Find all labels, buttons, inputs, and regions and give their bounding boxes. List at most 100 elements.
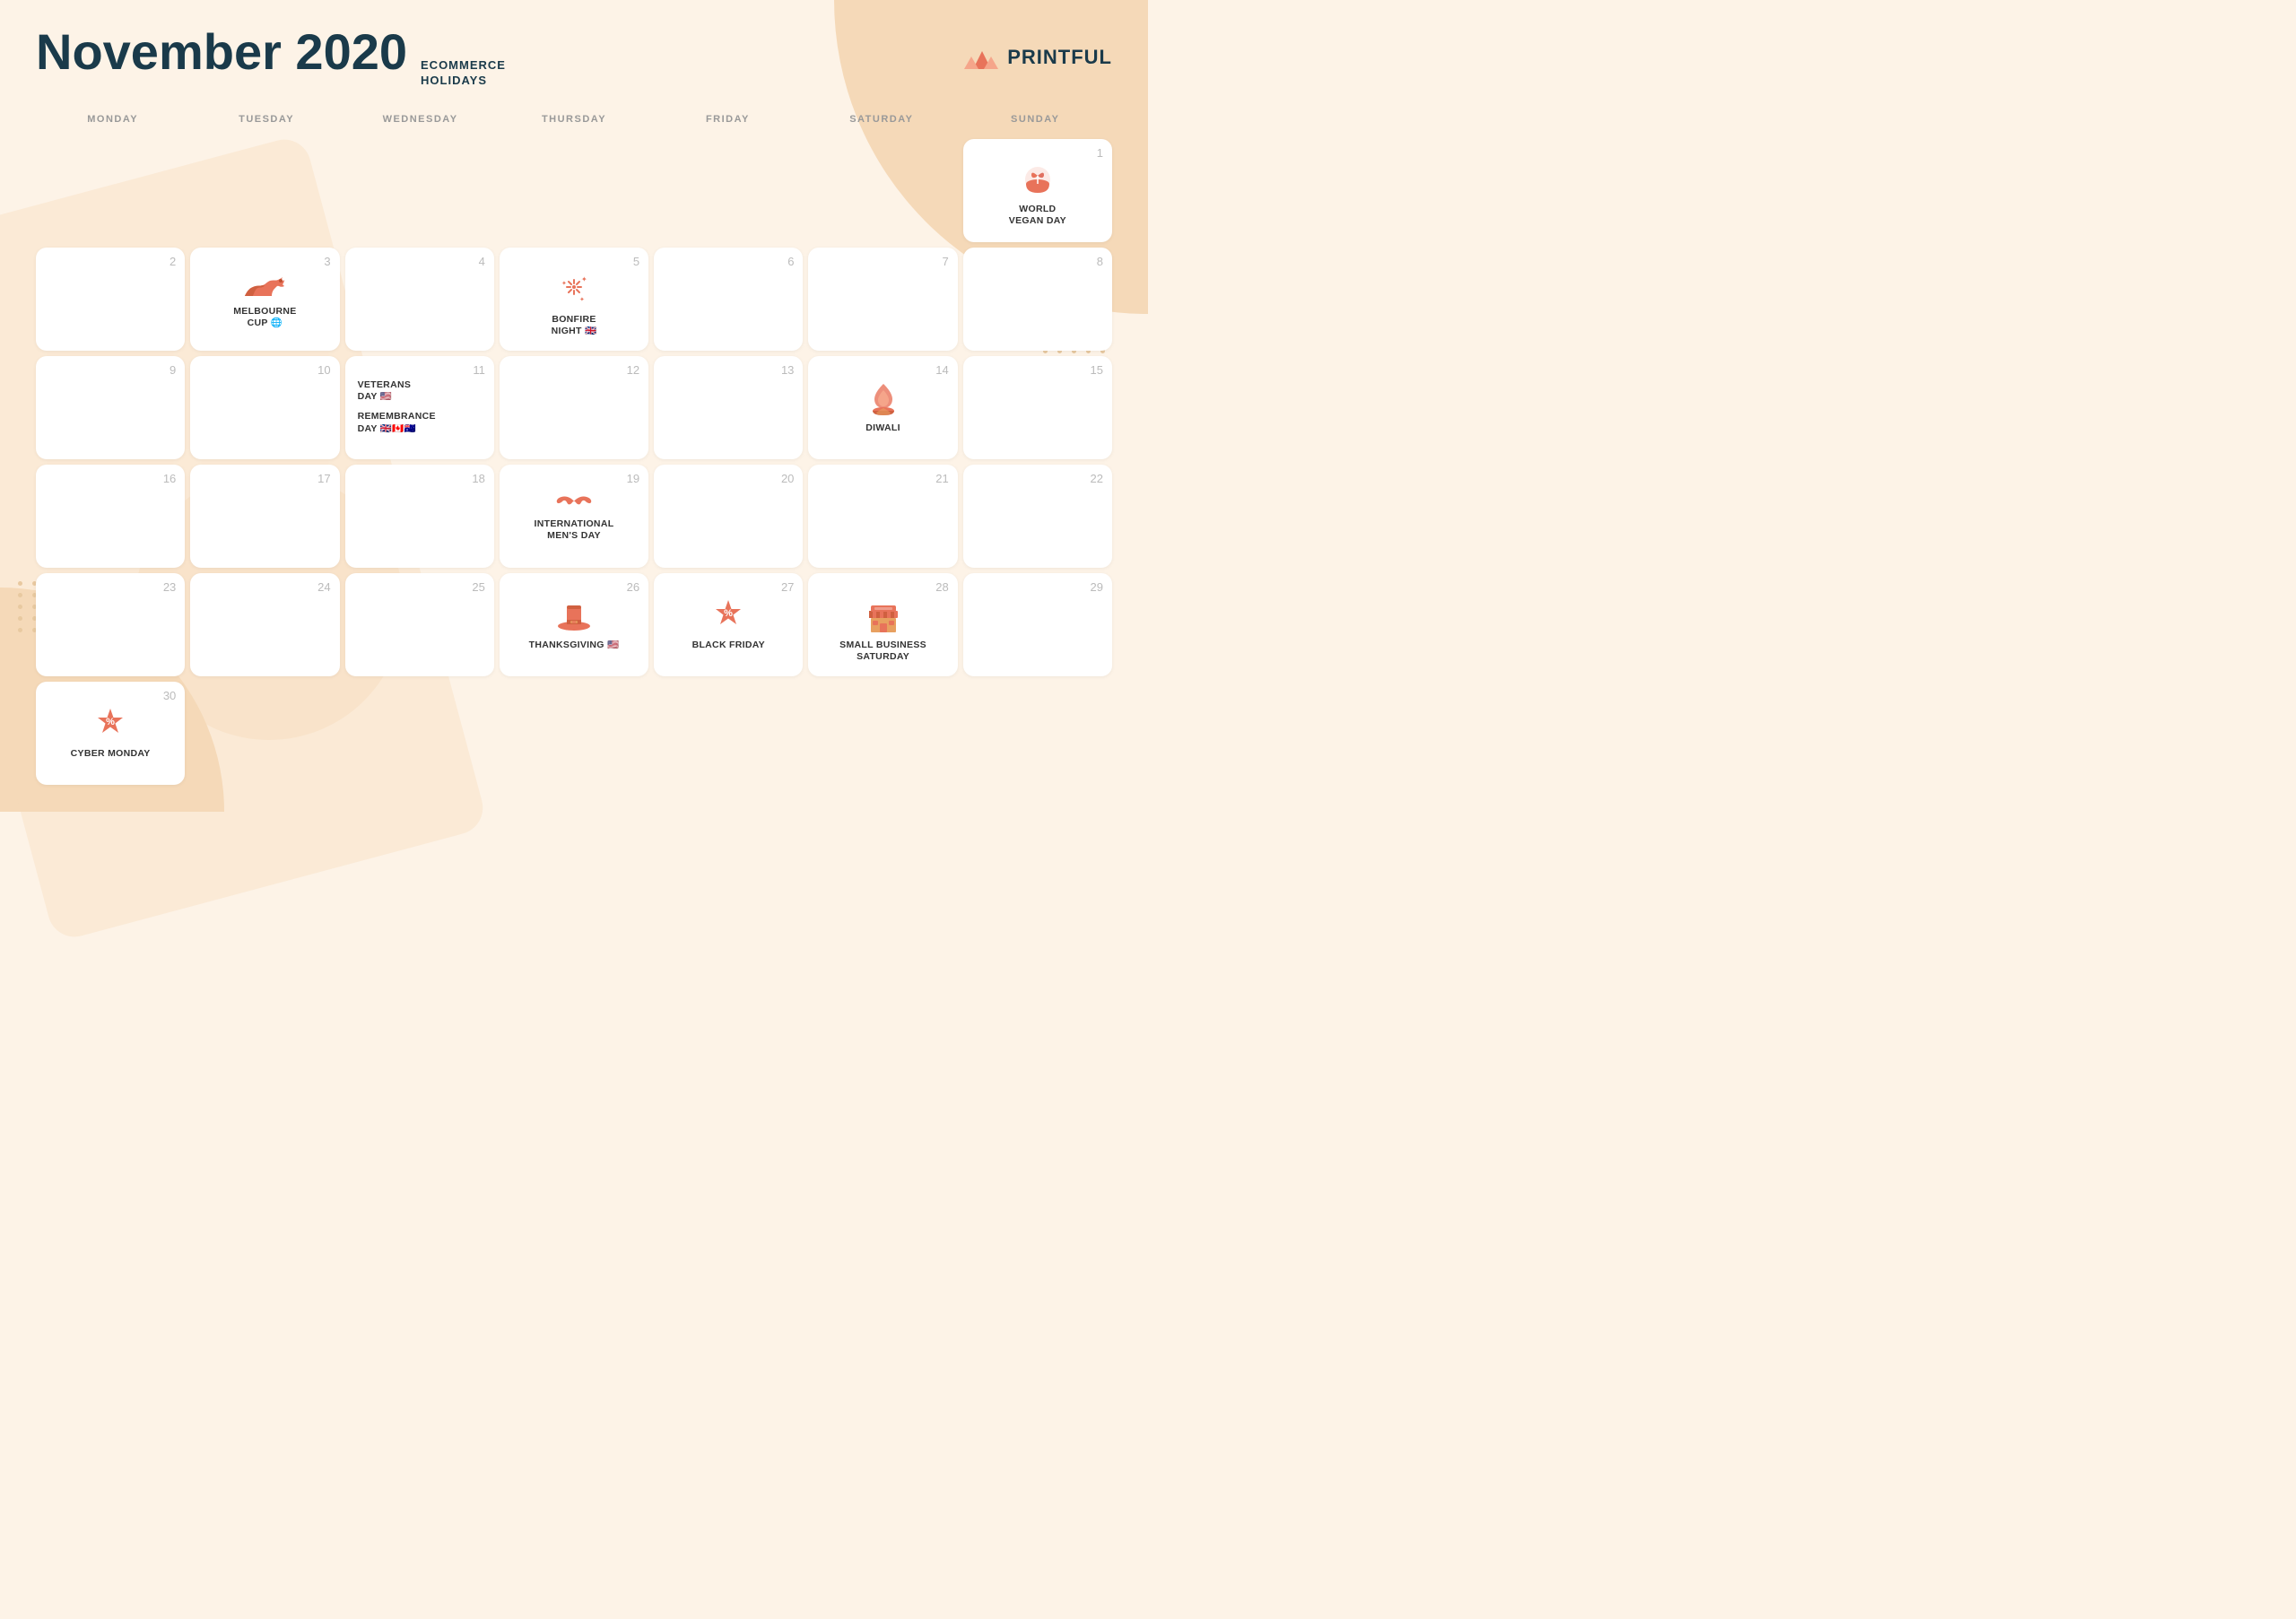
event-cyber-monday: % CYBER MONDAY — [43, 705, 178, 761]
date-number: 12 — [627, 363, 639, 377]
page-title: November 2020 — [36, 27, 407, 77]
date-number: 17 — [317, 472, 330, 485]
empty-cell — [808, 682, 957, 785]
calendar-day-13: 13 — [654, 356, 803, 459]
day-sunday: SUNDAY — [959, 107, 1112, 132]
date-number: 29 — [1091, 580, 1103, 594]
date-number: 1 — [1097, 146, 1103, 160]
calendar-day-22: 22 — [963, 465, 1112, 568]
date-number: 3 — [324, 255, 330, 268]
mustache-icon — [552, 488, 596, 515]
calendar-day-10: 10 — [190, 356, 339, 459]
date-number: 27 — [781, 580, 794, 594]
empty-cell — [190, 682, 339, 785]
calendar-day-2: 2 — [36, 248, 185, 351]
event-thanksgiving: THANKSGIVING 🇺🇸 — [507, 596, 641, 652]
printful-logo-icon — [964, 42, 1000, 74]
calendar-day-23: 23 — [36, 573, 185, 676]
date-number: 18 — [472, 472, 484, 485]
event-name: BLACK FRIDAY — [692, 640, 765, 652]
svg-text:%: % — [106, 717, 115, 727]
empty-cell — [654, 682, 803, 785]
day-thursday: THURSDAY — [497, 107, 650, 132]
event-bonfire-night: ✦ ✦ ✦ BONFIRENIGHT 🇬🇧 — [507, 271, 641, 338]
calendar: MONDAY TUESDAY WEDNESDAY THURSDAY FRIDAY… — [36, 107, 1112, 785]
calendar-day-12: 12 — [500, 356, 648, 459]
day-saturday: SATURDAY — [804, 107, 958, 132]
event-name: INTERNATIONALMEN'S DAY — [535, 518, 614, 543]
empty-cell — [963, 682, 1112, 785]
date-number: 20 — [781, 472, 794, 485]
event-melbourne-cup: MELBOURNECUP 🌐 — [197, 271, 332, 330]
pilgrim-hat-icon — [554, 596, 594, 636]
date-number: 13 — [781, 363, 794, 377]
event-name: THANKSGIVING 🇺🇸 — [529, 640, 620, 652]
date-number: 26 — [627, 580, 639, 594]
logo-text: PRINTFUL — [1007, 46, 1112, 69]
brand-logo: PRINTFUL — [964, 42, 1112, 74]
date-number: 21 — [935, 472, 948, 485]
percent-badge-icon: % — [709, 596, 748, 636]
calendar-day-15: 15 — [963, 356, 1112, 459]
calendar-day-17: 17 — [190, 465, 339, 568]
event-name: MELBOURNECUP 🌐 — [233, 306, 296, 330]
day-friday: FRIDAY — [651, 107, 804, 132]
event-name: CYBER MONDAY — [71, 748, 151, 761]
svg-text:✦: ✦ — [561, 280, 567, 287]
vegan-icon — [1019, 162, 1057, 200]
date-number: 14 — [935, 363, 948, 377]
event-name: DIWALI — [865, 422, 900, 435]
empty-cell — [500, 139, 648, 242]
calendar-day-19: 19 INTERNATIONALMEN'S DAY — [500, 465, 648, 568]
horse-icon — [240, 271, 290, 302]
calendar-day-3: 3 MELBOURNECUP 🌐 — [190, 248, 339, 351]
header-subtitle: ECOMMERCE HOLIDAYS — [421, 58, 506, 89]
calendar-grid: 1 WORLDVEGAN DAY — [36, 139, 1112, 785]
calendar-day-28: 28 — [808, 573, 957, 676]
calendar-day-29: 29 — [963, 573, 1112, 676]
fireworks-icon: ✦ ✦ ✦ — [554, 271, 594, 310]
calendar-day-21: 21 — [808, 465, 957, 568]
date-number: 19 — [627, 472, 639, 485]
calendar-day-5: 5 ✦ — [500, 248, 648, 351]
event-name: WORLDVEGAN DAY — [1009, 204, 1066, 228]
calendar-day-25: 25 — [345, 573, 494, 676]
date-number: 4 — [479, 255, 485, 268]
calendar-day-20: 20 — [654, 465, 803, 568]
event-veterans-remembrance: VETERANSDAY 🇺🇸 REMEMBRANCEDAY 🇬🇧🇨🇦🇦🇺 — [354, 379, 485, 436]
calendar-day-16: 16 — [36, 465, 185, 568]
empty-cell — [345, 682, 494, 785]
event-mens-day: INTERNATIONALMEN'S DAY — [507, 488, 641, 543]
empty-cell — [190, 139, 339, 242]
event-world-vegan-day: WORLDVEGAN DAY — [970, 162, 1105, 228]
empty-cell — [345, 139, 494, 242]
shop-icon — [864, 596, 903, 636]
date-number: 28 — [935, 580, 948, 594]
date-number: 15 — [1091, 363, 1103, 377]
page-header: November 2020 ECOMMERCE HOLIDAYS PRINTFU… — [36, 27, 1112, 89]
date-number: 11 — [473, 363, 485, 377]
date-number: 7 — [942, 255, 948, 268]
empty-cell — [654, 139, 803, 242]
date-number: 6 — [787, 255, 794, 268]
date-number: 8 — [1097, 255, 1103, 268]
day-headers: MONDAY TUESDAY WEDNESDAY THURSDAY FRIDAY… — [36, 107, 1112, 132]
date-number: 16 — [163, 472, 176, 485]
date-number: 25 — [472, 580, 484, 594]
calendar-day-9: 9 — [36, 356, 185, 459]
date-number: 10 — [317, 363, 330, 377]
calendar-day-18: 18 — [345, 465, 494, 568]
calendar-day-4: 4 — [345, 248, 494, 351]
calendar-day-7: 7 — [808, 248, 957, 351]
event-diwali: DIWALI — [815, 379, 950, 435]
calendar-day-14: 14 DIWALI — [808, 356, 957, 459]
day-monday: MONDAY — [36, 107, 189, 132]
svg-text:%: % — [724, 608, 733, 619]
date-number: 9 — [170, 363, 176, 377]
calendar-day-8: 8 — [963, 248, 1112, 351]
empty-cell — [36, 139, 185, 242]
calendar-day-27: 27 % BLACK FRIDAY — [654, 573, 803, 676]
day-tuesday: TUESDAY — [189, 107, 343, 132]
event-name-remembrance: REMEMBRANCEDAY 🇬🇧🇨🇦🇦🇺 — [358, 411, 485, 435]
calendar-day-6: 6 — [654, 248, 803, 351]
